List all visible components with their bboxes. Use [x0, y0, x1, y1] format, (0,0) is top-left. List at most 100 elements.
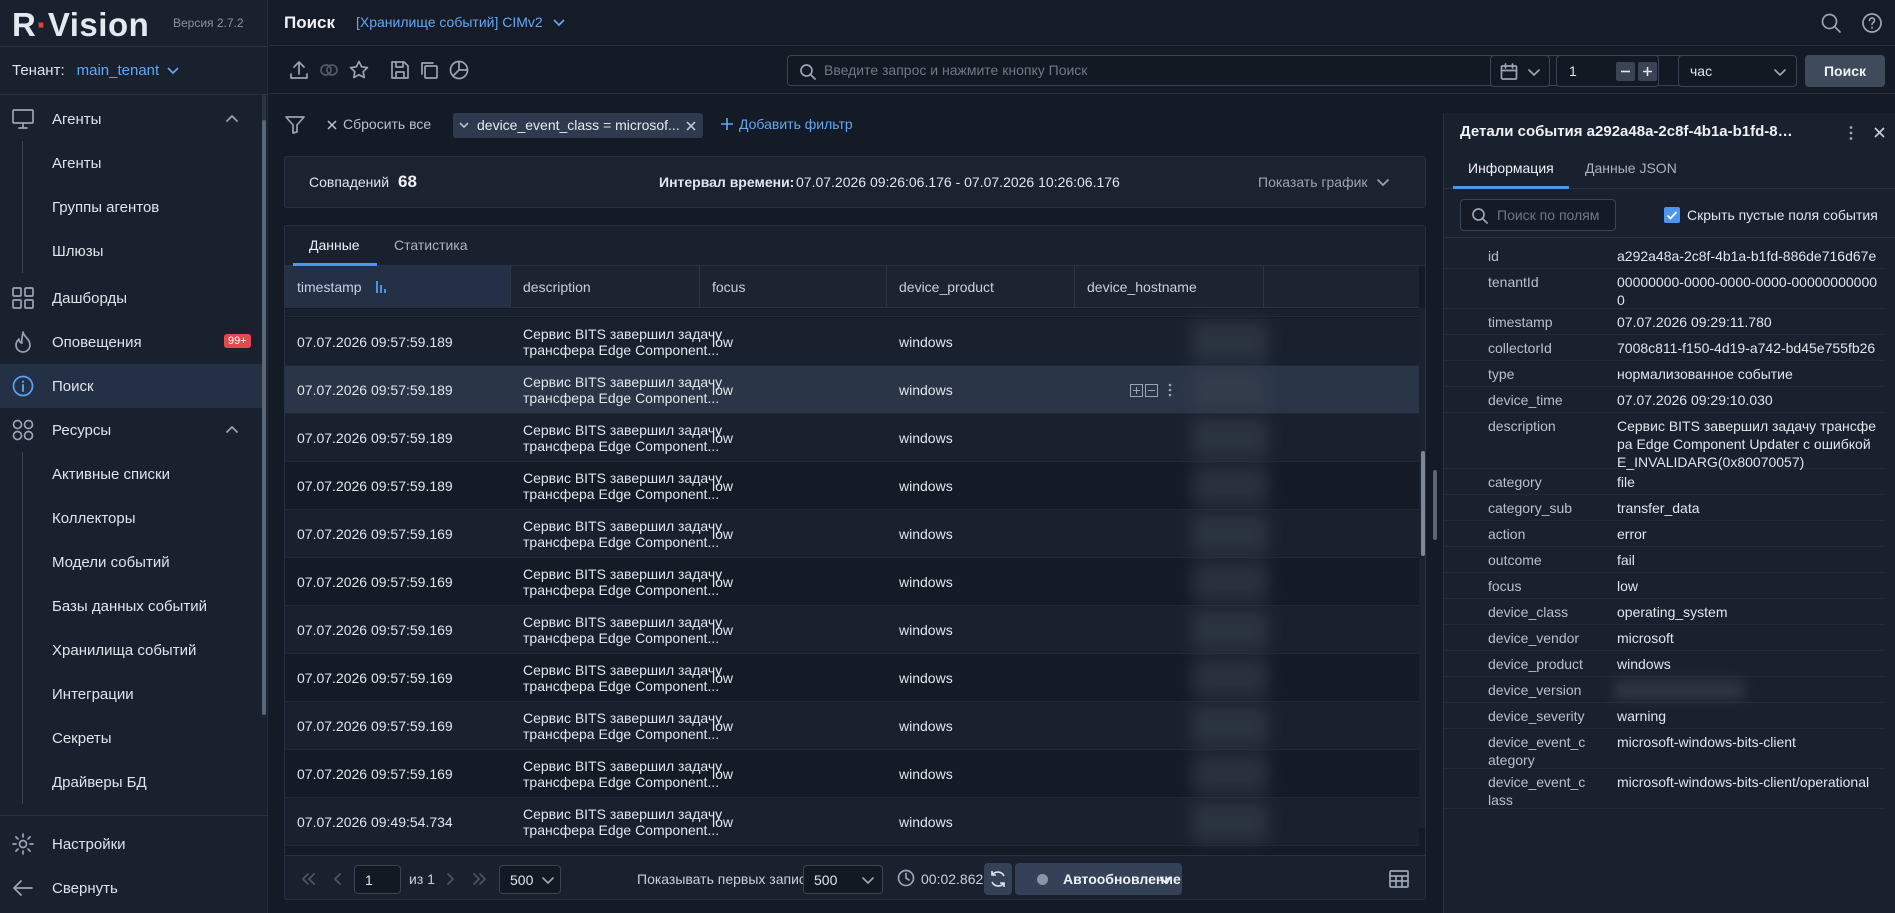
add-filter-button[interactable]: Добавить фильтр [721, 116, 853, 132]
storage-selector[interactable]: [Хранилище событий] CIMv2 [356, 14, 565, 30]
table-row[interactable]: 07.07.2026 09:57:59.189 Сервис BITS завер… [285, 366, 1419, 414]
page-number-input[interactable]: 1 [354, 865, 401, 894]
column-header-device-product[interactable]: device_product [887, 266, 1075, 308]
sidebar-item-event-databases[interactable]: Базы данных событий [0, 584, 262, 628]
sidebar-item-event-models[interactable]: Модели событий [0, 540, 262, 584]
filter-icon[interactable] [285, 116, 305, 134]
tab-information[interactable]: Информация [1468, 160, 1554, 176]
field-row[interactable]: action error [1444, 521, 1884, 547]
field-row[interactable]: outcome fail [1444, 547, 1884, 573]
field-row[interactable]: type нормализованное событие [1444, 361, 1884, 387]
date-range-button[interactable] [1490, 55, 1550, 87]
hide-empty-checkbox[interactable] [1664, 207, 1680, 223]
table-row[interactable]: 07.07.2026 09:57:59.189 Сервис BITS завер… [285, 462, 1419, 510]
sidebar-item-db-drivers[interactable]: Драйверы БД [0, 760, 262, 804]
table-view-icon[interactable] [1389, 869, 1409, 889]
search-button[interactable]: Поиск [1805, 55, 1885, 87]
period-unit-select[interactable]: час [1678, 55, 1797, 87]
increment-button[interactable] [1638, 62, 1657, 81]
sidebar-item-agent-groups[interactable]: Группы агентов [0, 185, 262, 229]
sidebar-item-agents[interactable]: Агенты [0, 97, 262, 141]
field-row[interactable]: device_vendor microsoft [1444, 625, 1884, 651]
table-row[interactable]: 07.07.2026 09:57:59.189 Сервис BITS завер… [285, 318, 1419, 366]
reset-filters-button[interactable]: Сбросить все [327, 116, 431, 132]
field-row[interactable]: category file [1444, 469, 1884, 495]
decrement-button[interactable] [1616, 62, 1635, 81]
more-vertical-icon[interactable] [1167, 383, 1173, 397]
sidebar-item-search[interactable]: Поиск [0, 364, 262, 408]
sidebar-item-alerts[interactable]: Оповещения 99+ [0, 320, 262, 364]
next-page-icon[interactable] [441, 870, 459, 888]
tab-data[interactable]: Данные [309, 237, 360, 253]
autorefresh-button[interactable]: Автообновление [1015, 863, 1182, 895]
sidebar-item-collectors[interactable]: Коллекторы [0, 496, 262, 540]
detail-scrollbar-thumb[interactable] [1433, 470, 1437, 540]
expand-collapse-icons[interactable] [1130, 384, 1160, 397]
pie-chart-icon[interactable] [449, 60, 469, 80]
upload-icon[interactable] [289, 60, 309, 80]
field-row[interactable]: timestamp 07.07.2026 09:29:11.780 [1444, 309, 1884, 335]
field-row[interactable]: id a292a48a-2c8f-4b1a-b1fd-886de716d67e [1444, 243, 1884, 269]
more-vertical-icon[interactable] [1848, 125, 1854, 141]
table-row[interactable]: 07.07.2026 09:49:54.734 Сервис BITS завер… [285, 798, 1419, 846]
show-chart-button[interactable]: Показать график [1258, 174, 1390, 190]
tab-json-data[interactable]: Данные JSON [1585, 160, 1677, 176]
column-header-timestamp[interactable]: timestamp [285, 266, 511, 308]
copy-icon[interactable] [419, 60, 439, 80]
field-row[interactable]: device_version [1444, 677, 1884, 703]
save-icon[interactable] [390, 60, 410, 80]
table-row[interactable]: 07.07.2026 09:57:59.169 Сервис BITS завер… [285, 510, 1419, 558]
close-icon[interactable] [686, 121, 696, 131]
field-row[interactable]: focus low [1444, 573, 1884, 599]
field-row[interactable]: tenantId 00000000-0000-0000-0000-00000000… [1444, 269, 1884, 309]
table-row[interactable]: 07.07.2026 09:57:59.169 Сервис BITS завер… [285, 750, 1419, 798]
table-row[interactable]: 07.07.2026 09:57:59.169 Сервис BITS завер… [285, 702, 1419, 750]
field-row[interactable]: collectorId 7008c811-f150-4d19-a742-bd45e… [1444, 335, 1884, 361]
sidebar-item-event-storages[interactable]: Хранилища событий [0, 628, 262, 672]
sort-icon[interactable] [375, 280, 389, 294]
sidebar-item-secrets[interactable]: Секреты [0, 716, 262, 760]
period-stepper[interactable]: 1 [1556, 55, 1659, 87]
grid-scrollbar-track[interactable] [1419, 308, 1425, 828]
prev-page-icon[interactable] [329, 870, 347, 888]
sidebar-item-integrations[interactable]: Интеграции [0, 672, 262, 716]
table-row[interactable]: 07.07.2026 09:57:59.189 Сервис BITS завер… [285, 414, 1419, 462]
rvision-logo[interactable]: R·Vision [12, 6, 149, 44]
field-row[interactable]: device_time 07.07.2026 09:29:10.030 [1444, 387, 1884, 413]
sidebar-item-active-lists[interactable]: Активные списки [0, 452, 262, 496]
sidebar-item-settings[interactable]: Настройки [0, 822, 262, 866]
sidebar-item-gateways[interactable]: Шлюзы [0, 229, 262, 273]
column-header-focus[interactable]: focus [700, 266, 887, 308]
first-page-icon[interactable] [299, 870, 317, 888]
sidebar-item-agents-list[interactable]: Агенты [0, 141, 262, 185]
tab-statistics[interactable]: Статистика [394, 237, 468, 253]
field-row[interactable]: device_product windows [1444, 651, 1884, 677]
field-row[interactable]: device_severity warning [1444, 703, 1884, 729]
column-header-device-hostname[interactable]: device_hostname [1075, 266, 1264, 308]
sidebar-item-dashboards[interactable]: Дашборды [0, 276, 262, 320]
table-row[interactable]: 07.07.2026 09:57:59.169 Сервис BITS завер… [285, 654, 1419, 702]
tenant-selector[interactable]: Тенант: main_tenant [12, 62, 179, 79]
field-row[interactable]: category_sub transfer_data [1444, 495, 1884, 521]
filter-chip[interactable]: device_event_class = microsof... [453, 113, 703, 138]
close-icon[interactable] [1874, 127, 1885, 138]
column-header-description[interactable]: description [511, 266, 700, 308]
tenant-value[interactable]: main_tenant [77, 62, 160, 79]
star-icon[interactable] [349, 60, 369, 80]
field-search-input[interactable] [1497, 207, 1607, 223]
chevron-up-icon[interactable] [226, 114, 238, 122]
field-row[interactable]: description Сервис BITS завершил задачу т… [1444, 413, 1884, 470]
show-first-select[interactable]: 500 [803, 865, 883, 894]
chevron-down-icon[interactable] [459, 122, 469, 129]
help-icon[interactable] [1862, 13, 1882, 33]
refresh-button[interactable] [984, 863, 1012, 895]
field-search-box[interactable] [1460, 199, 1616, 231]
page-size-select[interactable]: 500 [499, 865, 561, 894]
last-page-icon[interactable] [471, 870, 489, 888]
link-icon[interactable] [319, 60, 339, 80]
sidebar-collapse-button[interactable]: Свернуть [0, 866, 262, 910]
grid-scrollbar-thumb[interactable] [1421, 451, 1425, 556]
field-row[interactable]: device_event_category microsoft-windows-b… [1444, 729, 1884, 769]
field-row[interactable]: device_class operating_system [1444, 599, 1884, 625]
table-row[interactable]: 07.07.2026 09:57:59.169 Сервис BITS завер… [285, 606, 1419, 654]
